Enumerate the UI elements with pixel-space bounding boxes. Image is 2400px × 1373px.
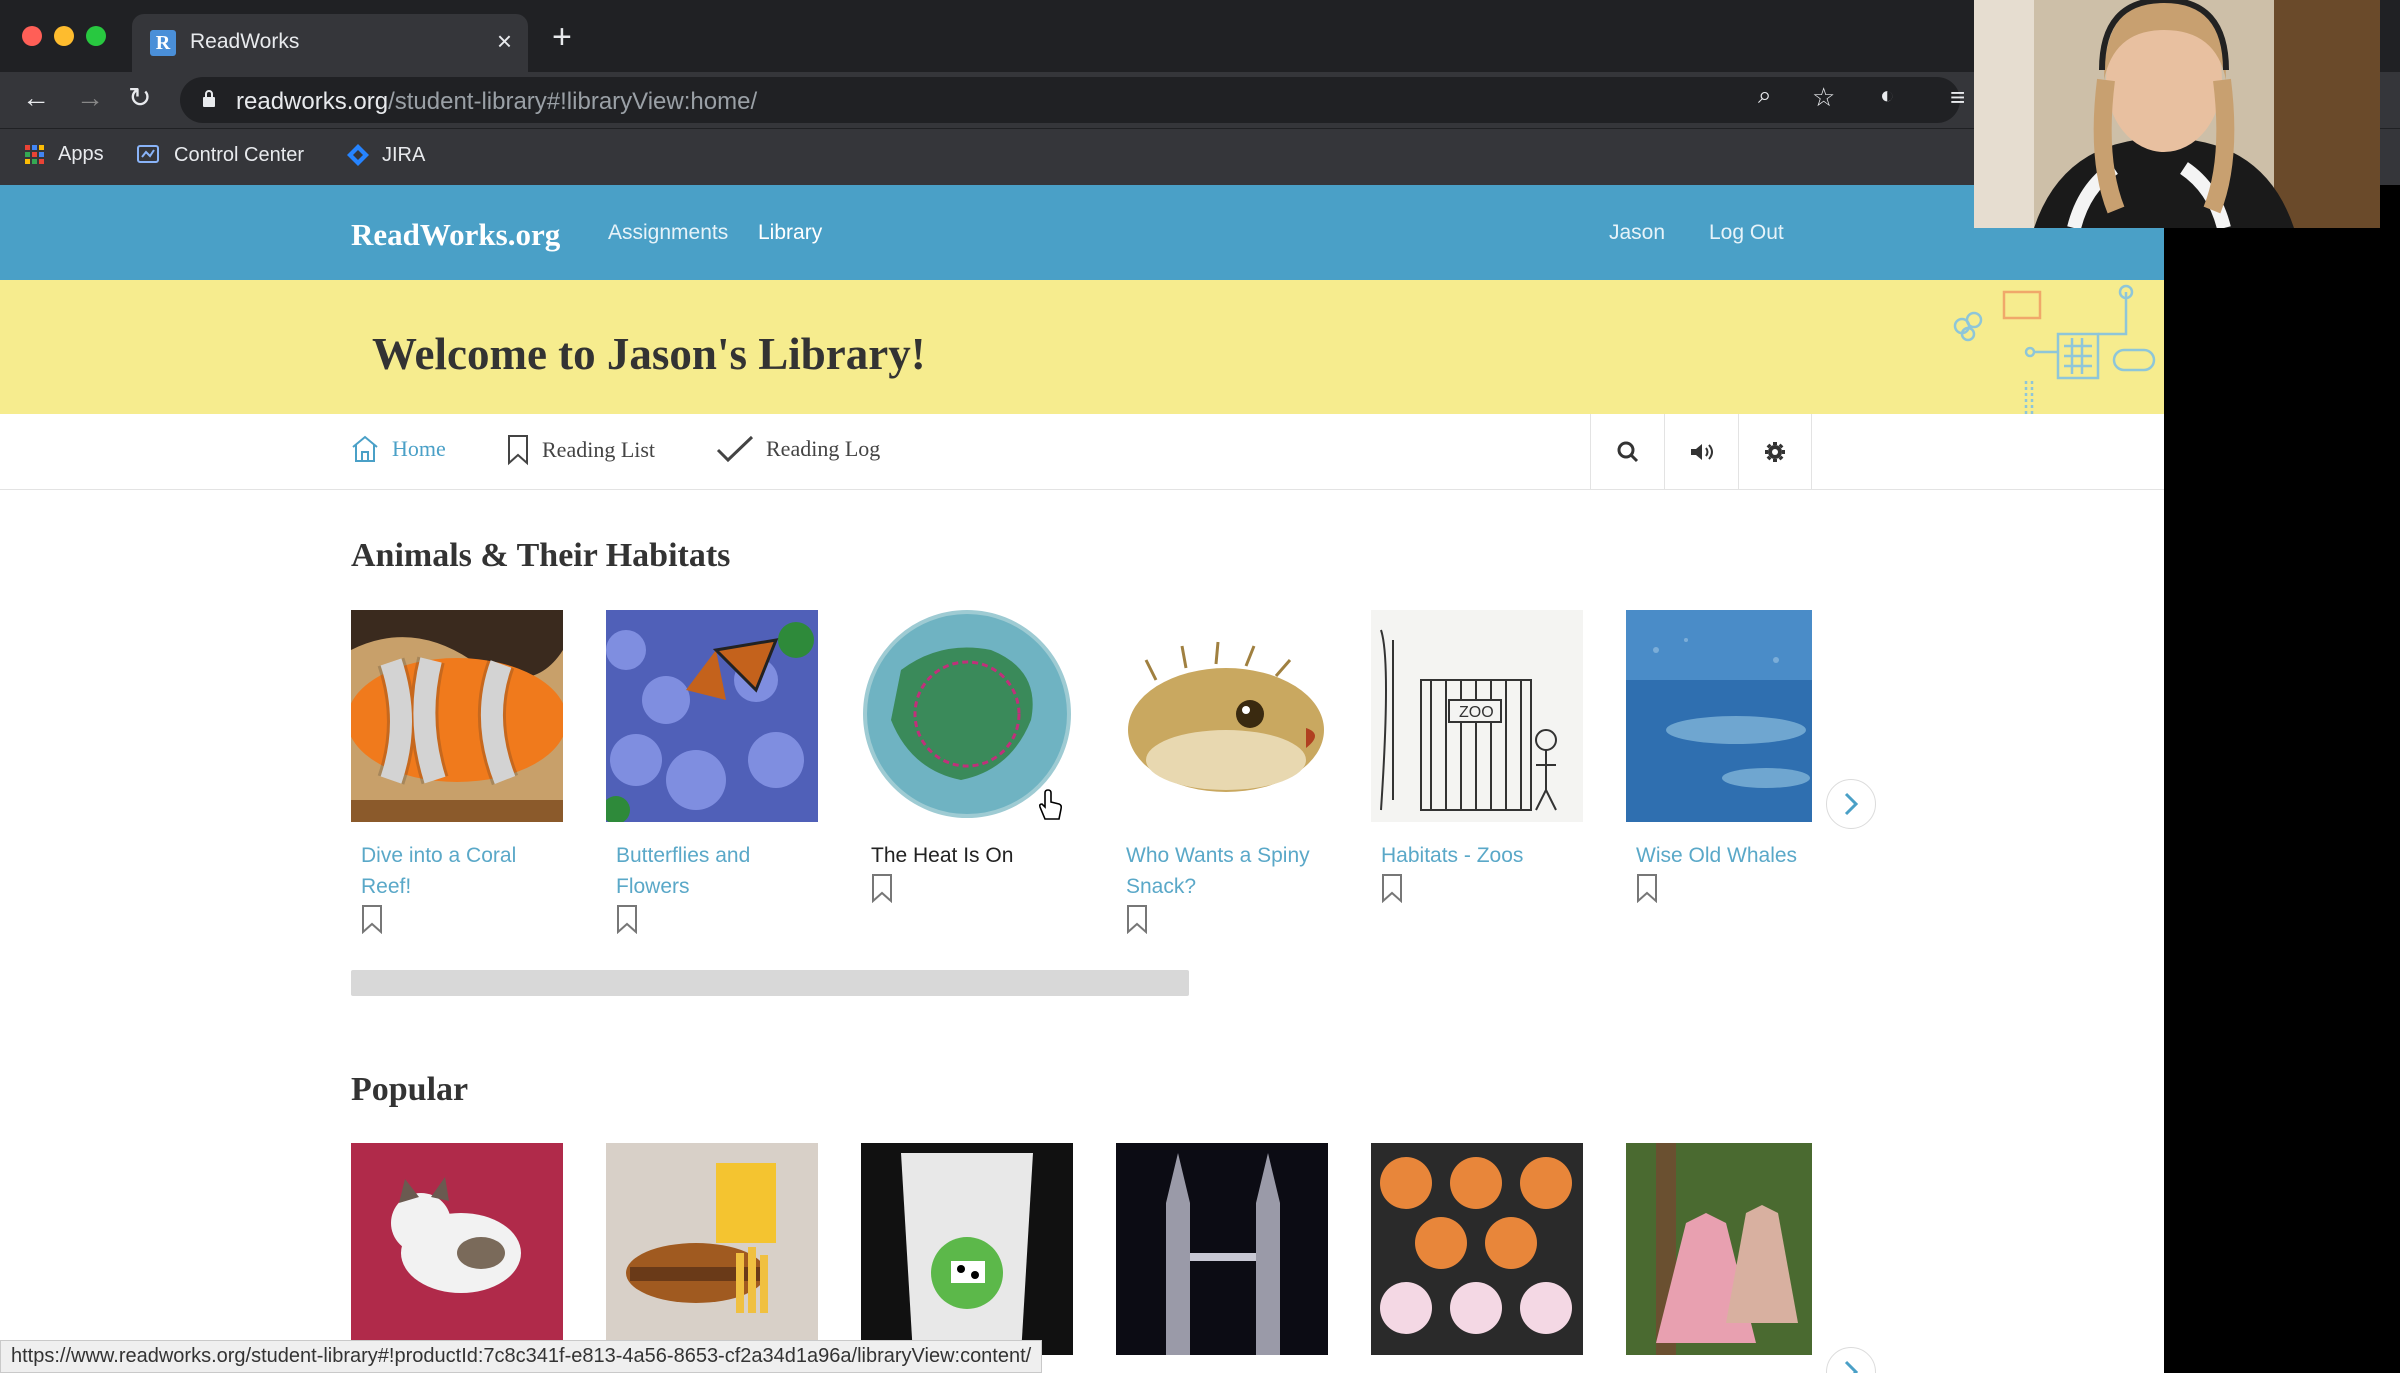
article-title[interactable]: Butterflies and Flowers [606,840,826,902]
list-item[interactable]: Who Wants a Spiny Snack? [1116,610,1328,934]
audio-button[interactable] [1664,414,1738,490]
list-item[interactable]: The Heat Is On [861,610,1073,903]
list-item[interactable]: Butterflies and Flowers [606,610,818,934]
article-thumbnail-butterfly[interactable] [606,610,818,822]
nav-library[interactable]: Library [758,221,822,245]
bookmark-icon[interactable] [1381,873,1403,903]
new-tab-button[interactable]: + [552,20,572,54]
tab-reading-log[interactable]: Reading Log [716,434,880,464]
lock-icon [203,90,215,107]
bookmark-icon[interactable] [871,873,893,903]
list-item[interactable]: Dive into a Coral Reef! [351,610,563,934]
tab-reading-list[interactable]: Reading List [506,434,655,466]
menu-icon[interactable]: ≡ [1950,84,1965,110]
list-item[interactable] [1116,1143,1328,1355]
search-button[interactable] [1590,414,1664,490]
section-title-popular: Popular [351,1071,469,1108]
banner-decoration-icon [1953,284,2156,414]
tab-label: Reading List [542,437,656,462]
article-thumbnail-dresses[interactable] [1626,1143,1812,1355]
speaker-icon [1690,444,1713,460]
bookmark-apps[interactable]: Apps [24,143,104,166]
page-content: ReadWorks.org Assignments Library Jason … [0,185,2164,1373]
readworks-favicon-icon: R [150,30,176,56]
article-title[interactable]: Wise Old Whales [1626,840,1846,871]
bookmark-icon[interactable] [616,904,638,934]
site-logo[interactable]: ReadWorks.org [351,217,560,253]
list-item[interactable] [351,1143,563,1355]
bookmark-label: JIRA [382,143,426,166]
webcam-overlay [1974,0,2380,228]
bookmark-icon [508,435,528,466]
tab-label: Home [392,436,446,461]
svg-text:ZOO: ZOO [1459,704,1494,721]
library-subnav: Home Reading List Reading Log [0,414,2164,490]
hand-cursor-icon [1038,789,1063,820]
list-item[interactable] [1626,1143,1838,1355]
tab-home[interactable]: Home [350,434,446,464]
gear-icon [1765,442,1785,462]
nav-user[interactable]: Jason [1609,221,1665,245]
bookmark-star-icon[interactable]: ☆ [1812,84,1835,110]
control-center-icon [137,145,159,163]
status-bar: https://www.readworks.org/student-librar… [0,1340,1043,1373]
logout-link[interactable]: Log Out [1709,221,1784,245]
bookmark-icon[interactable] [1126,904,1148,934]
article-thumbnail-yogurt[interactable] [861,1143,1073,1355]
tab-title: ReadWorks [190,30,300,53]
article-title[interactable]: Habitats - Zoos [1371,840,1591,871]
home-icon [352,435,378,462]
close-window-button[interactable] [22,26,42,46]
presenter-video-icon [1974,0,2380,228]
checkmark-icon [716,435,754,463]
browser-tab[interactable]: R ReadWorks × [132,14,528,72]
minimize-window-button[interactable] [54,26,74,46]
bookmark-label: Control Center [174,143,305,166]
article-thumbnail-cat[interactable] [351,1143,563,1355]
bookmark-label: Apps [58,143,104,165]
article-title[interactable]: The Heat Is On [861,840,1081,871]
list-item[interactable]: ZOO Habitats - Zoos [1371,610,1583,903]
page-title: Welcome to Jason's Library! [372,329,926,379]
extension-icon[interactable]: ◐ [1880,84,1895,108]
apps-grid-icon [25,144,44,164]
article-title[interactable]: Dive into a Coral Reef! [351,840,571,902]
zoom-search-icon[interactable]: ⌕ [1758,84,1771,108]
article-thumbnail-zoo-sketch[interactable]: ZOO [1371,610,1583,822]
chevron-right-icon [1844,1360,1859,1373]
bookmark-icon[interactable] [1636,873,1658,903]
article-thumbnail-clownfish[interactable] [351,610,563,822]
bookmark-jira[interactable]: JIRA [346,143,425,167]
article-thumbnail-pufferfish[interactable] [1116,610,1328,822]
search-icon [1617,441,1638,463]
list-item[interactable] [861,1143,1073,1355]
maximize-window-button[interactable] [86,26,106,46]
article-thumbnail-donuts[interactable] [1371,1143,1583,1355]
bookmark-control-center[interactable]: Control Center [136,143,304,167]
carousel-scrollbar[interactable] [351,970,1189,996]
jira-icon [347,144,369,166]
nav-assignments[interactable]: Assignments [608,221,728,245]
bookmark-icon[interactable] [361,904,383,934]
list-item[interactable] [1371,1143,1583,1355]
carousel-next-button[interactable] [1826,779,1876,829]
back-arrow-icon[interactable]: ← [22,84,50,112]
close-tab-icon[interactable]: × [497,26,512,57]
welcome-banner: Welcome to Jason's Library! [0,280,2164,414]
list-item[interactable]: Wise Old Whales [1626,610,1838,903]
tab-label: Reading Log [766,436,881,461]
article-title[interactable]: Who Wants a Spiny Snack? [1116,840,1336,902]
chevron-right-icon [1844,792,1859,816]
address-bar[interactable]: readworks.org/student-library#!libraryVi… [180,77,1960,123]
article-thumbnail-fast-food[interactable] [606,1143,818,1355]
url-text: readworks.org/student-library#!libraryVi… [236,88,758,115]
reload-icon[interactable]: ↻ [128,84,151,112]
forward-arrow-icon[interactable]: → [76,84,104,112]
settings-button[interactable] [1738,414,1812,490]
article-thumbnail-towers[interactable] [1116,1143,1328,1355]
list-item[interactable] [606,1143,818,1355]
section-title-habitats: Animals & Their Habitats [351,537,731,574]
site-header: ReadWorks.org Assignments Library Jason … [0,185,2164,280]
article-thumbnail-whales[interactable] [1626,610,1812,822]
